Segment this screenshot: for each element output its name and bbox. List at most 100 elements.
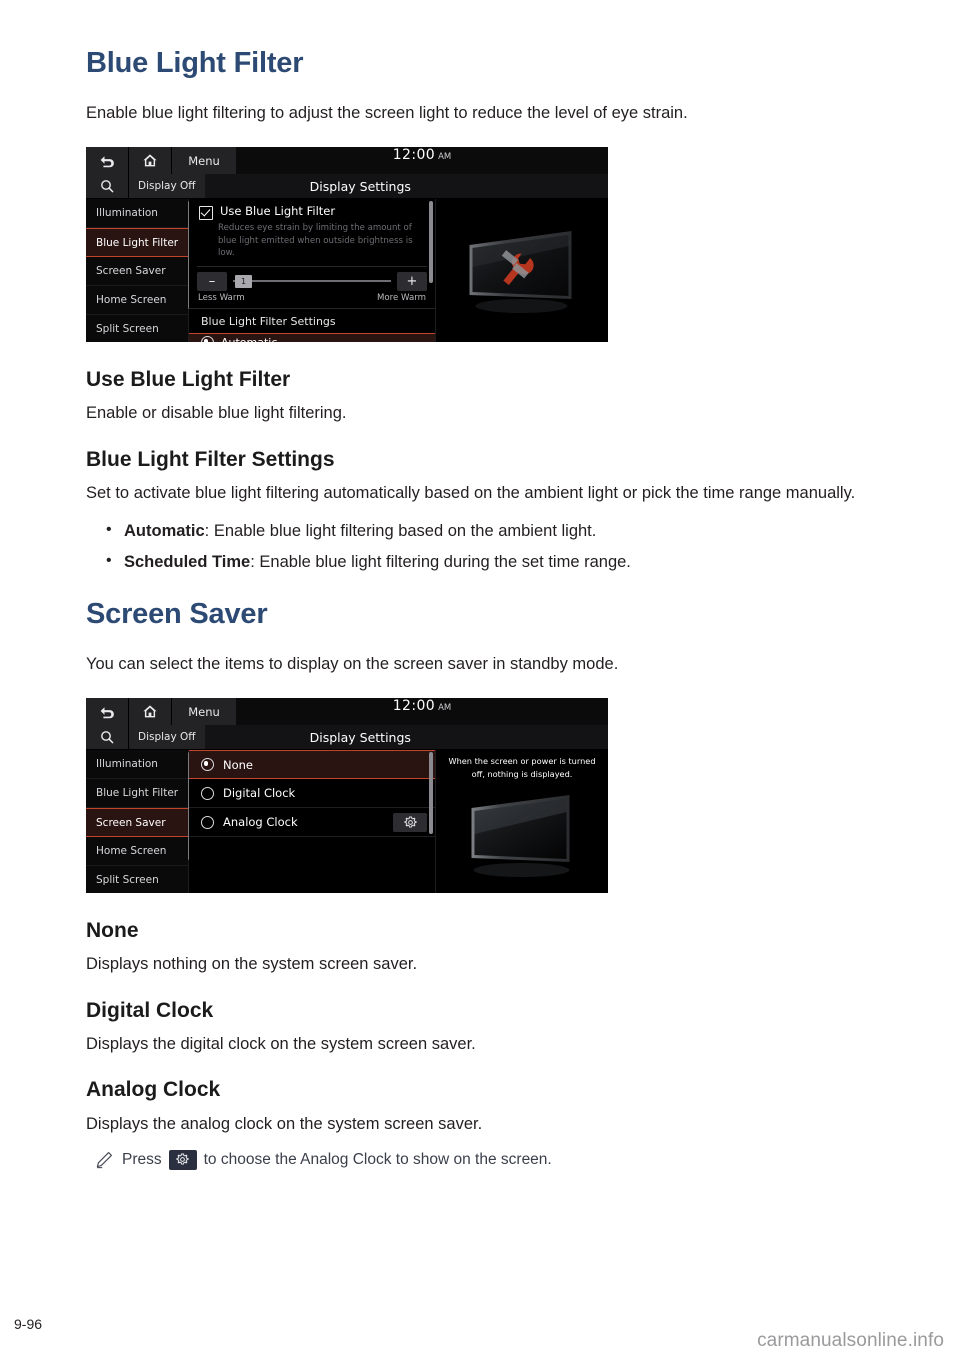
display-off-button[interactable]: Display Off bbox=[129, 174, 205, 199]
tools-screen-icon bbox=[460, 227, 585, 315]
page-number: 9-96 bbox=[14, 1316, 43, 1332]
search-button[interactable] bbox=[86, 174, 129, 199]
slider-label-more-warm: More Warm bbox=[376, 292, 426, 303]
head-unit-top-bar: Menu 12:00 AM bbox=[86, 147, 608, 175]
body-blue-light-filter-settings: Set to activate blue light filtering aut… bbox=[86, 484, 856, 503]
heading-digital-clock: Digital Clock bbox=[86, 998, 214, 1022]
slider-minus-button[interactable]: – bbox=[197, 271, 227, 291]
radio-unselected-icon bbox=[201, 815, 214, 829]
head-unit-title-bar: Display Off Display Settings bbox=[86, 725, 608, 751]
note-analog-clock: Press to choose the Analog Clock to show… bbox=[86, 1149, 876, 1170]
option-none[interactable]: None bbox=[189, 750, 435, 780]
manual-page: Blue Light Filter Enable blue light filt… bbox=[0, 0, 960, 1362]
screen-title: Display Settings bbox=[309, 729, 411, 745]
bullet-term-automatic: Automatic bbox=[124, 522, 205, 541]
home-button[interactable] bbox=[129, 698, 172, 726]
back-arrow-icon bbox=[99, 705, 116, 719]
home-icon bbox=[142, 153, 158, 168]
sidebar-item-illumination[interactable]: Illumination bbox=[86, 199, 188, 229]
bullet-list-filter-settings: Automatic: Enable blue light filtering b… bbox=[86, 518, 876, 575]
watermark: carmanualsonline.info bbox=[757, 1330, 944, 1351]
settings-sidebar: Illumination Blue Light Filter Screen Sa… bbox=[86, 199, 191, 343]
option-none-label: None bbox=[223, 757, 254, 772]
radio-selected-icon bbox=[201, 758, 214, 772]
page-content: Blue Light Filter Enable blue light filt… bbox=[86, 47, 876, 1170]
list-item: Scheduled Time: Enable blue light filter… bbox=[104, 549, 876, 575]
gear-icon-chip[interactable] bbox=[168, 1149, 197, 1170]
sidebar-item-illumination[interactable]: Illumination bbox=[86, 750, 188, 780]
body-analog-clock: Displays the analog clock on the system … bbox=[86, 1114, 483, 1133]
radio-selected-icon bbox=[201, 336, 214, 343]
note-text: Press to choose the Analog Clock to show… bbox=[122, 1149, 552, 1170]
slider-plus-button[interactable]: + bbox=[397, 271, 427, 291]
content-scrollbar[interactable] bbox=[429, 752, 433, 835]
body-none: Displays nothing on the system screen sa… bbox=[86, 955, 418, 974]
menu-button[interactable]: Menu bbox=[172, 147, 236, 175]
intro-blue-light-filter: Enable blue light filtering to adjust th… bbox=[86, 103, 688, 122]
heading-analog-clock: Analog Clock bbox=[86, 1078, 221, 1102]
checkbox-label: Use Blue Light Filter bbox=[220, 204, 336, 219]
status-clock: 12:00 AM bbox=[236, 147, 608, 174]
menu-button[interactable]: Menu bbox=[172, 698, 236, 726]
head-unit-body: Illumination Blue Light Filter Screen Sa… bbox=[86, 199, 608, 343]
option-analog-clock[interactable]: Analog Clock bbox=[189, 808, 435, 838]
blue-light-filter-settings-header: Blue Light Filter Settings bbox=[189, 307, 435, 333]
bullet-term-scheduled-time: Scheduled Time bbox=[124, 553, 251, 572]
option-digital-clock-label: Digital Clock bbox=[223, 786, 296, 801]
heading-none: None bbox=[86, 919, 139, 943]
warmth-slider-row[interactable]: – 1 + bbox=[189, 267, 435, 291]
radio-option-automatic-label: Automatic bbox=[221, 336, 277, 342]
settings-sidebar: Illumination Blue Light Filter Screen Sa… bbox=[86, 750, 191, 894]
back-button[interactable] bbox=[86, 147, 129, 175]
page-title-screen-saver: Screen Saver bbox=[86, 597, 268, 630]
sidebar-item-blue-light-filter[interactable]: Blue Light Filter bbox=[86, 779, 188, 809]
slider-label-less-warm: Less Warm bbox=[198, 292, 245, 303]
option-analog-clock-label: Analog Clock bbox=[223, 815, 298, 830]
search-icon bbox=[100, 730, 114, 744]
gear-icon bbox=[403, 816, 417, 829]
note-after: to choose the Analog Clock to show on th… bbox=[203, 1150, 552, 1168]
slider-thumb[interactable]: 1 bbox=[235, 274, 252, 288]
search-button[interactable] bbox=[86, 725, 129, 750]
home-button[interactable] bbox=[129, 147, 172, 175]
content-scrollbar[interactable] bbox=[429, 201, 433, 284]
sidebar-item-screen-saver[interactable]: Screen Saver bbox=[86, 808, 188, 838]
body-use-blue-light-filter: Enable or disable blue light filtering. bbox=[86, 404, 347, 423]
clock-ampm: AM bbox=[438, 703, 452, 714]
back-button[interactable] bbox=[86, 698, 129, 726]
sidebar-item-home-screen[interactable]: Home Screen bbox=[86, 837, 188, 867]
radio-option-automatic[interactable]: Automatic bbox=[189, 332, 435, 343]
status-clock: 12:00 AM bbox=[236, 698, 608, 725]
analog-clock-settings-button[interactable] bbox=[393, 812, 427, 832]
note-before: Press bbox=[122, 1150, 162, 1168]
head-unit-screenshot-screen-saver: Menu 12:00 AM Display Off Display Settin… bbox=[86, 698, 608, 894]
option-digital-clock[interactable]: Digital Clock bbox=[189, 779, 435, 809]
gear-icon bbox=[176, 1153, 189, 1166]
sidebar-item-home-screen[interactable]: Home Screen bbox=[86, 286, 188, 316]
heading-blue-light-filter-settings: Blue Light Filter Settings bbox=[86, 447, 335, 471]
use-blue-light-filter-checkbox-row[interactable]: Use Blue Light Filter bbox=[189, 199, 435, 221]
heading-use-blue-light-filter: Use Blue Light Filter bbox=[86, 368, 291, 392]
display-off-button[interactable]: Display Off bbox=[129, 725, 205, 750]
head-unit-screenshot-blue-light-filter: Menu 12:00 AM Display Off Display Settin… bbox=[86, 147, 608, 343]
list-item: Automatic: Enable blue light filtering b… bbox=[104, 518, 876, 544]
blank-screen-icon bbox=[460, 792, 585, 880]
bullet-desc-automatic: : Enable blue light filtering based on t… bbox=[204, 522, 597, 541]
sidebar-item-split-screen[interactable]: Split Screen bbox=[86, 315, 188, 342]
intro-screen-saver: You can select the items to display on t… bbox=[86, 654, 619, 673]
sidebar-item-screen-saver[interactable]: Screen Saver bbox=[86, 257, 188, 287]
home-icon bbox=[142, 704, 158, 719]
sidebar-item-split-screen[interactable]: Split Screen bbox=[86, 866, 188, 893]
head-unit-top-bar: Menu 12:00 AM bbox=[86, 698, 608, 726]
clock-time: 12:00 bbox=[392, 698, 436, 715]
sidebar-item-blue-light-filter[interactable]: Blue Light Filter bbox=[86, 228, 188, 258]
screen-saver-options-pane: None Digital Clock Analog Clock bbox=[189, 750, 435, 894]
preview-pane-tools bbox=[435, 199, 608, 343]
slider-track-wrap[interactable]: 1 bbox=[233, 272, 391, 291]
bullet-desc-scheduled-time: : Enable blue light filtering during the… bbox=[250, 553, 631, 572]
preview-pane-blank-screen: When the screen or power is turned off, … bbox=[435, 750, 608, 894]
settings-content-pane: Use Blue Light Filter Reduces eye strain… bbox=[189, 199, 435, 343]
clock-ampm: AM bbox=[438, 152, 452, 163]
checkbox-checked-icon[interactable] bbox=[199, 206, 213, 221]
page-title-blue-light-filter: Blue Light Filter bbox=[86, 47, 304, 79]
